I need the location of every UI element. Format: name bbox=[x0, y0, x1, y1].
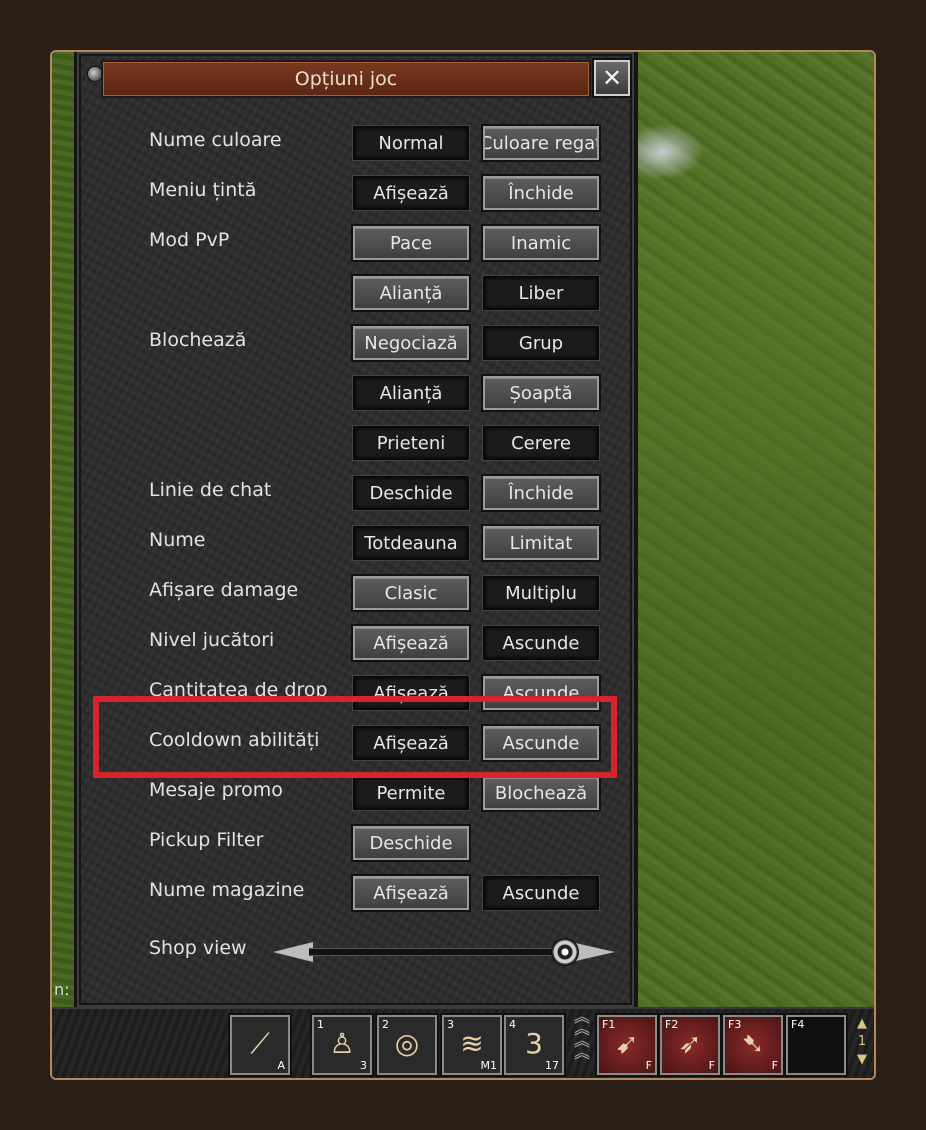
label-player-level: Nivel jucători bbox=[149, 629, 275, 651]
damage-classic-button[interactable]: Clasic bbox=[353, 576, 469, 610]
hotbar-toggle-chevrons[interactable]: ︽ ︽ ︽ ︽ bbox=[570, 1009, 594, 1078]
hotbar-page-number: 1 bbox=[857, 1034, 867, 1049]
shop-names-hide-button[interactable]: Ascunde bbox=[483, 876, 599, 910]
slider-rail[interactable] bbox=[309, 948, 555, 956]
game-world-left-edge bbox=[52, 52, 74, 1007]
label-block: Blochează bbox=[149, 329, 247, 351]
hotbar-slot-1[interactable]: 1 ♙ 3 bbox=[312, 1015, 372, 1075]
names-limited-button[interactable]: Limitat bbox=[483, 526, 599, 560]
slot-key-label: F bbox=[645, 1059, 652, 1072]
block-party-button[interactable]: Grup bbox=[483, 326, 599, 360]
player-level-hide-button[interactable]: Ascunde bbox=[483, 626, 599, 660]
statue-icon: ♙ bbox=[329, 1027, 355, 1060]
hotbar-slot-f2[interactable]: F2 ➶ F bbox=[660, 1015, 720, 1075]
chevron-down-icon[interactable]: ▼ bbox=[852, 1051, 872, 1069]
block-alliance-button[interactable]: Alianță bbox=[353, 376, 469, 410]
bow-icon: ➹ bbox=[615, 1027, 639, 1060]
label-shop-view: Shop view bbox=[149, 937, 247, 959]
label-names: Nume bbox=[149, 529, 206, 551]
label-pvp-mode: Mod PvP bbox=[149, 229, 230, 251]
shop-view-slider-handle[interactable] bbox=[551, 938, 579, 966]
left-edge-label: n: bbox=[54, 980, 70, 999]
ring-icon: ◎ bbox=[394, 1027, 420, 1060]
block-friends-button[interactable]: Prieteni bbox=[353, 426, 469, 460]
close-button[interactable]: ✕ bbox=[594, 60, 630, 96]
pvp-alliance-button[interactable]: Alianță bbox=[353, 276, 469, 310]
label-promo-messages: Mesaje promo bbox=[149, 779, 283, 801]
sword-icon: ⟋ bbox=[250, 1027, 270, 1060]
hotbar-slot-3[interactable]: 3 ≋ M1 bbox=[442, 1015, 502, 1075]
target-menu-close-button[interactable]: Închide bbox=[483, 176, 599, 210]
label-chat-line: Linie de chat bbox=[149, 479, 272, 501]
slot-count: 3 bbox=[360, 1059, 367, 1072]
slot-key-label: F bbox=[771, 1059, 778, 1072]
hotbar-slot-2[interactable]: 2 ◎ bbox=[377, 1015, 437, 1075]
slot-key-label: F bbox=[708, 1059, 715, 1072]
slider-left-tip bbox=[273, 942, 313, 962]
block-whisper-button[interactable]: Șoaptă bbox=[483, 376, 599, 410]
damage-multiple-button[interactable]: Multiplu bbox=[483, 576, 599, 610]
chevron-up-icon[interactable]: ▲ bbox=[852, 1015, 872, 1033]
game-frame: n: Opțiuni joc ✕ Nume culoare Normal Cul… bbox=[50, 50, 876, 1080]
promo-block-button[interactable]: Blochează bbox=[483, 776, 599, 810]
hotbar-slot-4[interactable]: 4 3 17 bbox=[504, 1015, 564, 1075]
pickup-filter-open-button[interactable]: Deschide bbox=[353, 826, 469, 860]
hotbar-slot-f1[interactable]: F1 ➹ F bbox=[597, 1015, 657, 1075]
game-options-window: Opțiuni joc ✕ Nume culoare Normal Culoar… bbox=[74, 52, 638, 1007]
hotbar-slot-f3[interactable]: F3 ➷ F bbox=[723, 1015, 783, 1075]
bow-icon: ➷ bbox=[741, 1027, 765, 1060]
label-name-color: Nume culoare bbox=[149, 129, 282, 151]
name-color-kingdom-button[interactable]: Culoare regat bbox=[483, 126, 599, 160]
pvp-free-button[interactable]: Liber bbox=[483, 276, 599, 310]
chat-line-open-button[interactable]: Deschide bbox=[353, 476, 469, 510]
pvp-enemy-button[interactable]: Inamic bbox=[483, 226, 599, 260]
close-icon: ✕ bbox=[601, 64, 623, 92]
skill-hotbar: ⟋ A 1 ♙ 3 2 ◎ 3 ≋ M1 4 3 17 ︽ ︽ ︽ ︽ F1 ➹ F bbox=[52, 1007, 874, 1078]
label-shop-names: Nume magazine bbox=[149, 879, 305, 901]
hotbar-page-scroller[interactable]: ▲ 1 ▼ bbox=[852, 1015, 872, 1075]
slot-key-label: A bbox=[277, 1059, 285, 1072]
label-pickup-filter: Pickup Filter bbox=[149, 829, 264, 851]
slot-key-label: M1 bbox=[480, 1059, 498, 1072]
chat-line-close-button[interactable]: Închide bbox=[483, 476, 599, 510]
block-request-button[interactable]: Cerere bbox=[483, 426, 599, 460]
name-color-normal-button[interactable]: Normal bbox=[353, 126, 469, 160]
shop-names-show-button[interactable]: Afișează bbox=[353, 876, 469, 910]
pvp-peace-button[interactable]: Pace bbox=[353, 226, 469, 260]
label-target-menu: Meniu țintă bbox=[149, 179, 257, 201]
promo-allow-button[interactable]: Permite bbox=[353, 776, 469, 810]
player-level-show-button[interactable]: Afișează bbox=[353, 626, 469, 660]
hotbar-slot-f4[interactable]: F4 bbox=[786, 1015, 846, 1075]
label-damage-display: Afișare damage bbox=[149, 579, 299, 601]
hotbar-slot-weapon[interactable]: ⟋ A bbox=[230, 1015, 290, 1075]
names-always-button[interactable]: Totdeauna bbox=[353, 526, 469, 560]
arrows-icon: 3 bbox=[525, 1027, 543, 1060]
highlight-box bbox=[93, 696, 617, 778]
block-trade-button[interactable]: Negociază bbox=[353, 326, 469, 360]
window-title: Opțiuni joc bbox=[294, 68, 398, 90]
slot-count: 17 bbox=[545, 1059, 559, 1072]
target-menu-show-button[interactable]: Afișează bbox=[353, 176, 469, 210]
window-titlebar[interactable]: Opțiuni joc bbox=[101, 60, 591, 98]
slot-number: F4 bbox=[791, 1018, 805, 1031]
bow-icon: ➶ bbox=[678, 1027, 702, 1060]
claw-icon: ≋ bbox=[460, 1027, 484, 1060]
